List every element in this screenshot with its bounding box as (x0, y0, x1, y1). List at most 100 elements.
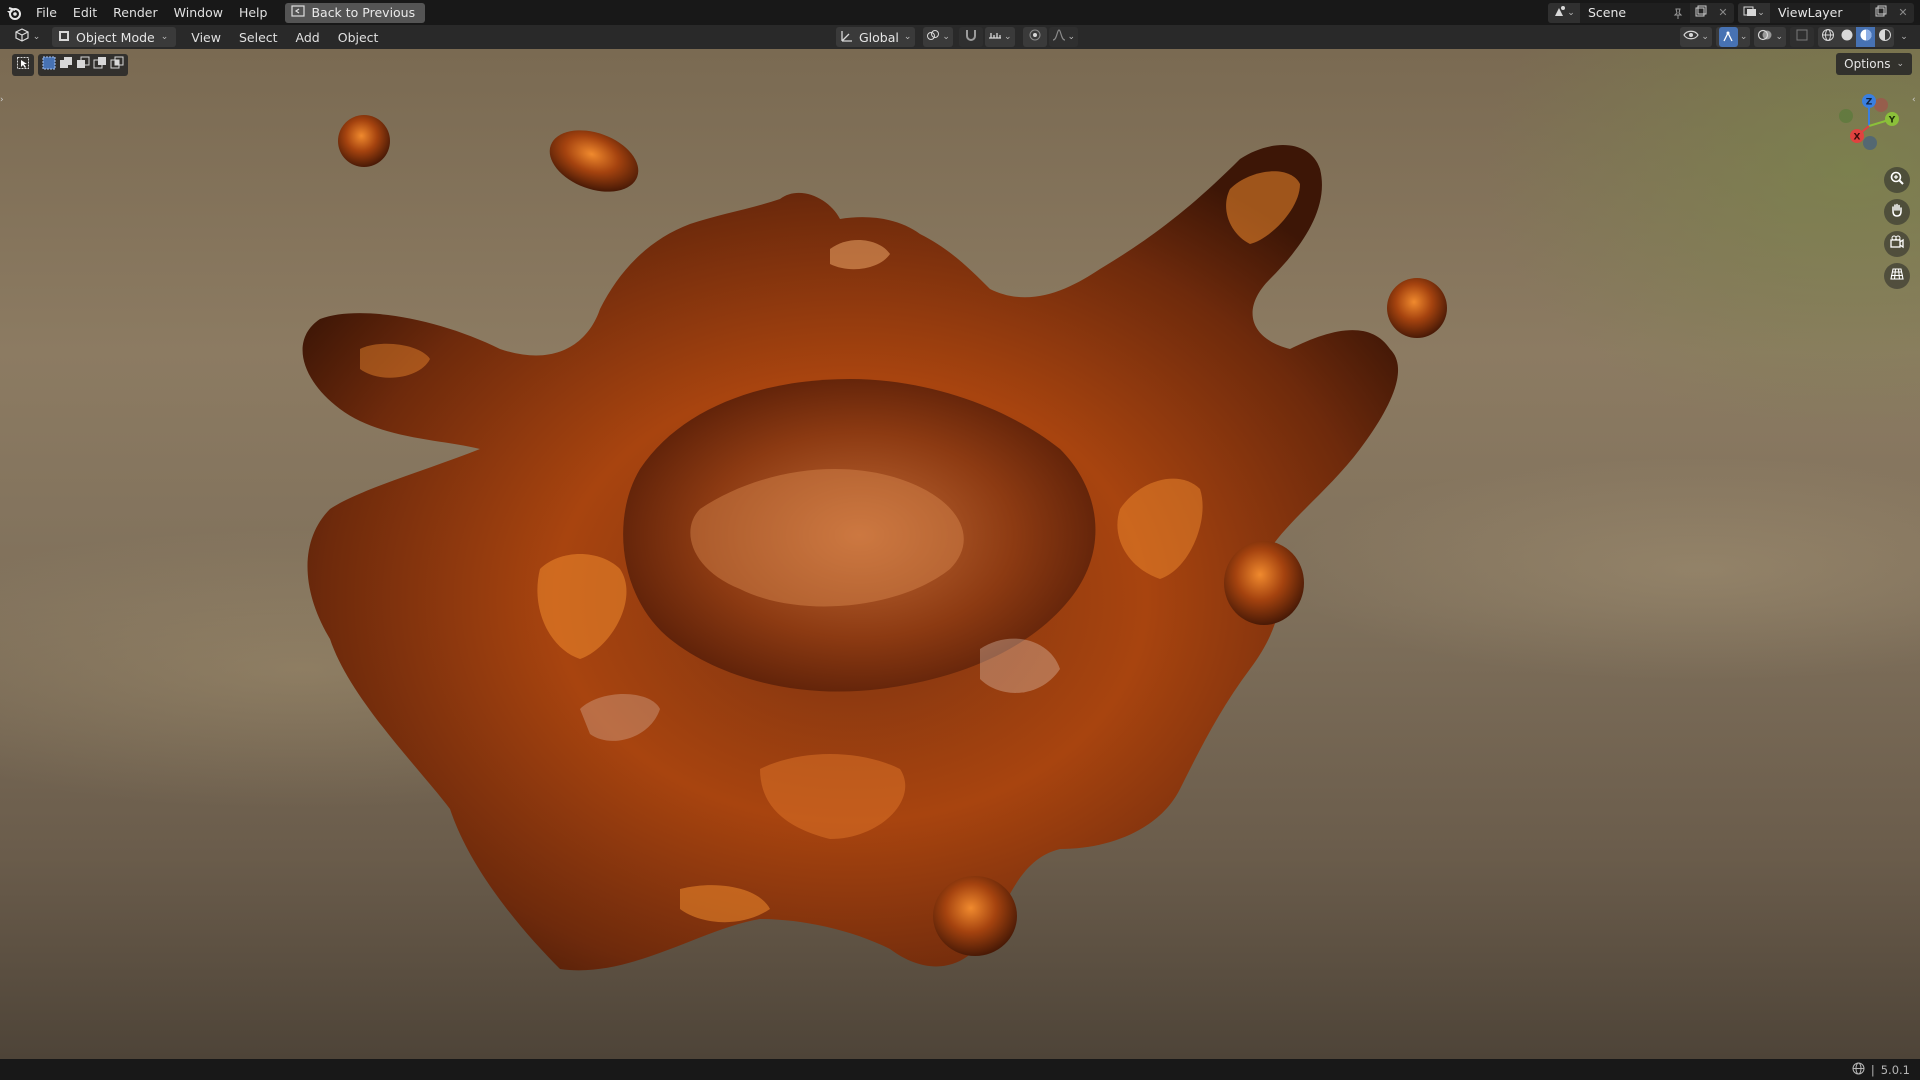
transform-orientation-dropdown[interactable]: Global ⌄ (836, 27, 916, 47)
viewport-3d-icon (14, 28, 30, 46)
menu-window[interactable]: Window (166, 0, 231, 25)
new-scene-button[interactable] (1690, 3, 1712, 23)
close-icon: ✕ (1898, 6, 1908, 19)
select-subtract-icon[interactable] (76, 56, 90, 74)
camera-view-button[interactable] (1884, 231, 1910, 257)
gizmo-toggle[interactable]: ⌄ (1715, 27, 1751, 47)
transform-tools: Global ⌄ ⌄ ⌄ ⌄ (836, 27, 1079, 47)
close-icon: ✕ (1718, 6, 1728, 19)
options-dropdown[interactable]: Options ⌄ (1836, 53, 1912, 75)
proportional-edit-toggle[interactable] (1022, 27, 1047, 47)
chevron-down-icon: ⌄ (903, 32, 912, 42)
gizmo-neg-y[interactable] (1839, 109, 1853, 123)
snap-increment-icon (988, 28, 1002, 46)
shading-options-dropdown[interactable]: ⌄ (1898, 32, 1910, 42)
hand-icon (1889, 202, 1905, 222)
shading-rendered-button[interactable] (1875, 27, 1894, 47)
sidebar-expand-arrow[interactable]: ‹ (1912, 95, 1920, 111)
viewport-display-tools: ⌄ ⌄ ⌄ ⌄ (1680, 27, 1910, 47)
header-menu-object[interactable]: Object (329, 30, 388, 45)
view-layer-name-field[interactable]: ViewLayer (1770, 2, 1870, 23)
status-bar: | 5.0.1 (0, 1059, 1920, 1080)
view-layer-selector: ⌄ ViewLayer ✕ (1738, 2, 1914, 23)
header-menu-select[interactable]: Select (230, 30, 287, 45)
select-difference-icon[interactable] (93, 56, 107, 74)
menu-edit[interactable]: Edit (65, 0, 105, 25)
delete-view-layer-button[interactable]: ✕ (1892, 3, 1914, 23)
toolbar-expand-arrow[interactable]: › (0, 95, 8, 111)
header-menu-view[interactable]: View (182, 30, 230, 45)
editor-type-button[interactable]: ⌄ (8, 27, 46, 47)
globe-icon (1852, 1062, 1865, 1078)
menu-help[interactable]: Help (231, 0, 276, 25)
chevron-down-icon: ⌄ (942, 32, 950, 42)
menu-render[interactable]: Render (105, 0, 166, 25)
duplicate-icon (1695, 5, 1707, 21)
toggle-perspective-button[interactable] (1884, 263, 1910, 289)
select-intersect-icon[interactable] (110, 56, 124, 74)
duplicate-icon (1875, 5, 1887, 21)
overlays-dropdown[interactable]: ⌄ (1754, 27, 1786, 47)
blender-logo-icon[interactable] (0, 0, 28, 25)
gizmo-z-label: Z (1866, 98, 1873, 108)
status-separator: | (1870, 1062, 1875, 1077)
xray-icon (1795, 28, 1809, 46)
proportional-falloff-dropdown[interactable]: ⌄ (1048, 27, 1079, 47)
new-view-layer-button[interactable] (1870, 3, 1892, 23)
render-layers-icon (1743, 5, 1757, 21)
select-extend-icon[interactable] (59, 56, 73, 74)
navigation-gizmo[interactable]: Z Y X (1834, 91, 1904, 161)
chevron-down-icon: ⌄ (1896, 59, 1904, 69)
chevron-down-icon: ⌄ (1701, 32, 1709, 42)
gizmo-neg-x[interactable] (1874, 98, 1888, 112)
back-to-previous-label: Back to Previous (311, 5, 416, 20)
object-mode-dropdown[interactable]: Object Mode ⌄ (52, 27, 177, 47)
pin-icon[interactable] (1672, 6, 1684, 26)
visibility-dropdown[interactable]: ⌄ (1680, 27, 1712, 47)
blender-version: 5.0.1 (1880, 1062, 1910, 1077)
overlays-icon (1757, 28, 1773, 46)
menu-file[interactable]: File (28, 0, 65, 25)
gizmo-y-label: Y (1888, 116, 1896, 126)
delete-scene-button[interactable]: ✕ (1712, 3, 1734, 23)
shading-material-preview-button[interactable] (1856, 27, 1875, 47)
header-menu-add[interactable]: Add (287, 30, 329, 45)
object-mode-icon (58, 30, 70, 45)
chevron-down-icon: ⌄ (1757, 7, 1765, 18)
zoom-button[interactable] (1884, 167, 1910, 193)
cursor-arrow-icon (17, 57, 29, 73)
back-to-previous-button[interactable]: Back to Previous (285, 2, 426, 23)
xray-toggle[interactable] (1790, 27, 1814, 47)
select-new-icon[interactable] (42, 56, 56, 74)
falloff-curve-icon (1052, 28, 1066, 46)
chevron-down-icon: ⌄ (1739, 32, 1748, 42)
gizmo-icon (1718, 27, 1738, 47)
screen-back-icon (291, 5, 306, 20)
viewport-tool-row (12, 53, 128, 77)
shading-wireframe-button[interactable] (1818, 27, 1837, 47)
pan-button[interactable] (1884, 199, 1910, 225)
snap-toggle[interactable] (958, 27, 983, 47)
transform-orientation-label: Global (859, 29, 899, 45)
pivot-icon (926, 28, 940, 46)
select-tool-button[interactable] (12, 54, 34, 76)
magnet-icon (964, 28, 978, 46)
scene-browse-button[interactable]: ⌄ (1548, 2, 1580, 23)
scene-selector: ⌄ Scene ✕ (1548, 2, 1734, 26)
viewport-3d[interactable]: Options ⌄ › ‹ Z Y X (0, 49, 1920, 1059)
orientation-global-icon (840, 29, 854, 46)
navigation-buttons (1884, 167, 1910, 289)
object-mode-label: Object Mode (76, 29, 155, 45)
shading-mode-buttons (1818, 27, 1894, 47)
gizmo-x-label: X (1854, 133, 1861, 143)
shading-solid-button[interactable] (1837, 27, 1856, 47)
grid-perspective-icon (1889, 266, 1905, 286)
zoom-icon (1889, 170, 1905, 190)
snap-target-dropdown[interactable]: ⌄ (984, 27, 1015, 47)
pivot-point-dropdown[interactable]: ⌄ (923, 27, 953, 47)
chevron-down-icon: ⌄ (32, 32, 41, 42)
gizmo-neg-z[interactable] (1863, 136, 1877, 150)
options-label: Options (1844, 57, 1891, 71)
scene-name-field[interactable]: Scene (1580, 2, 1690, 26)
view-layer-browse-button[interactable]: ⌄ (1738, 2, 1770, 23)
